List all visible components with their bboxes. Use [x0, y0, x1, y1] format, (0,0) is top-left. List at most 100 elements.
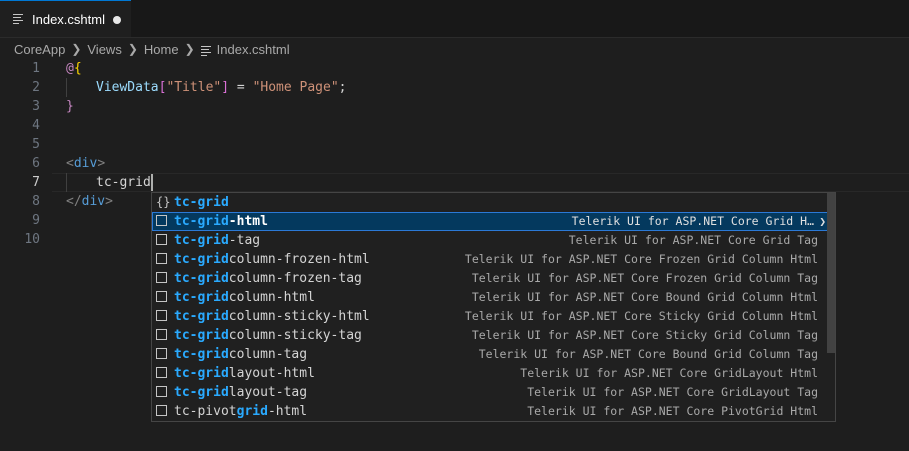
snippet-braces-icon: {}	[156, 195, 171, 209]
suggestion-detail: Telerik UI for ASP.NET Core GridLayout T…	[527, 385, 818, 399]
code-token: </	[66, 194, 82, 209]
file-lines-icon	[200, 44, 213, 56]
razor-at: @	[66, 61, 74, 76]
text-cursor	[150, 174, 153, 191]
suggestion-label: tc-grid-tag	[174, 233, 261, 248]
suggestion-detail: Telerik UI for ASP.NET Core Bound Grid C…	[478, 347, 818, 361]
breadcrumb-item-coreapp[interactable]: CoreApp	[14, 42, 65, 57]
suggestion-detail: Telerik UI for ASP.NET Core Bound Grid C…	[471, 290, 818, 304]
snippet-box-icon	[156, 310, 167, 321]
line-number: 7	[32, 175, 40, 190]
suggestion-item[interactable]: tc-grid-tag Telerik UI for ASP.NET Core G…	[152, 231, 828, 250]
breadcrumb-item-index[interactable]: Index.cshtml	[217, 42, 290, 57]
line-number: 3	[32, 99, 40, 114]
suggestion-detail: Telerik UI for ASP.NET Core Grid Tag	[568, 233, 818, 247]
code-token: tc-grid	[96, 175, 151, 190]
suggestion-detail: Telerik UI for ASP.NET Core Sticky Grid …	[471, 328, 818, 342]
suggestion-detail: Telerik UI for ASP.NET Core PivotGrid Ht…	[527, 404, 818, 418]
chevron-right-icon: ❯	[71, 42, 82, 56]
suggestion-item[interactable]: tc-gridcolumn-frozen-html Telerik UI for …	[152, 250, 828, 269]
line-number: 5	[32, 137, 40, 152]
suggestion-label: tc-gridlayout-html	[174, 366, 315, 381]
line-number: 10	[24, 232, 40, 247]
suggestion-item[interactable]: tc-gridcolumn-sticky-html Telerik UI for …	[152, 307, 828, 326]
code-token: div	[73, 156, 98, 171]
snippet-box-icon	[156, 386, 167, 397]
snippet-box-icon	[156, 291, 167, 302]
code-token: =	[229, 80, 253, 95]
snippet-box-icon	[156, 348, 167, 359]
line-number: 4	[32, 118, 40, 133]
code-token: >	[97, 156, 106, 171]
brace: }	[66, 99, 74, 114]
suggestion-label: tc-gridcolumn-frozen-html	[174, 252, 370, 267]
line-number: 1	[32, 61, 40, 76]
chevron-right-icon: ❯	[127, 42, 138, 56]
file-lines-icon	[13, 12, 27, 26]
line-number: 2	[32, 80, 40, 95]
code-line: 6 <div>	[0, 154, 909, 173]
suggestion-item[interactable]: tc-gridcolumn-html Telerik UI for ASP.NET…	[152, 288, 828, 307]
suggestion-item[interactable]: tc-gridlayout-tag Telerik UI for ASP.NET …	[152, 383, 828, 402]
breadcrumb-item-home[interactable]: Home	[144, 42, 179, 57]
suggestion-item[interactable]: tc-gridlayout-html Telerik UI for ASP.NET…	[152, 364, 828, 383]
snippet-box-icon	[156, 329, 167, 340]
snippet-box-icon	[156, 405, 167, 416]
suggestion-detail: Telerik UI for ASP.NET Core GridLayout H…	[520, 366, 818, 380]
snippet-box-icon	[156, 215, 167, 226]
tab-index-cshtml[interactable]: Index.cshtml	[0, 0, 131, 37]
suggestion-label: tc-gridcolumn-sticky-tag	[174, 328, 362, 343]
suggestion-detail: Telerik UI for ASP.NET Core Grid H…	[571, 214, 814, 228]
suggestion-detail: Telerik UI for ASP.NET Core Sticky Grid …	[464, 309, 818, 323]
line-number: 8	[32, 194, 40, 209]
suggestion-item[interactable]: tc-pivotgrid-html Telerik UI for ASP.NET …	[152, 402, 828, 421]
chevron-right-icon: ❯	[184, 42, 195, 56]
suggestion-detail: Telerik UI for ASP.NET Core Frozen Grid …	[464, 252, 818, 266]
tab-bar: Index.cshtml	[0, 0, 909, 38]
suggestion-item[interactable]: {} tc-grid	[152, 193, 828, 212]
suggestion-label: tc-gridcolumn-sticky-html	[174, 309, 370, 324]
suggest-scrollbar[interactable]	[827, 193, 835, 353]
suggestion-item[interactable]: tc-grid-html Telerik UI for ASP.NET Core …	[152, 212, 828, 231]
breadcrumb: CoreApp ❯ Views ❯ Home ❯ Index.cshtml	[0, 38, 909, 60]
suggestion-label: tc-gridcolumn-tag	[174, 347, 308, 362]
line-number: 9	[32, 213, 40, 228]
snippet-box-icon	[156, 272, 167, 283]
code-line: 1 @{	[0, 59, 909, 78]
suggestion-item[interactable]: tc-gridcolumn-tag Telerik UI for ASP.NET …	[152, 345, 828, 364]
autocomplete-suggest-widget[interactable]: tc-pivotgrid-html Telerik UI for ASP.NET …	[151, 192, 836, 422]
brace: {	[73, 61, 82, 76]
code-line: 5	[0, 135, 909, 154]
chevron-right-icon[interactable]: ❯	[819, 212, 826, 231]
suggestion-label: tc-grid-html	[174, 214, 268, 229]
suggestion-label: tc-pivotgrid-html	[174, 404, 308, 419]
snippet-box-icon	[156, 367, 167, 378]
code-token: ViewData	[96, 80, 159, 95]
suggestion-label: tc-gridcolumn-frozen-tag	[174, 271, 362, 286]
code-token: "Title"	[166, 80, 222, 95]
line-number: 6	[32, 156, 40, 171]
suggestion-label: tc-gridcolumn-html	[174, 290, 315, 305]
code-line-current: 7 tc-grid	[0, 173, 909, 192]
tab-label: Index.cshtml	[32, 11, 105, 27]
code-line: 4	[0, 116, 909, 135]
code-line: 3 }	[0, 97, 909, 116]
code-token: ]	[221, 80, 230, 95]
code-token: div	[81, 194, 106, 209]
code-token: "Home Page"	[252, 80, 339, 95]
code-token: <	[66, 156, 74, 171]
unsaved-dot-icon[interactable]	[113, 16, 121, 24]
indent-guide	[66, 78, 67, 97]
breadcrumb-item-views[interactable]: Views	[87, 42, 121, 57]
suggestion-label: tc-gridlayout-tag	[174, 385, 308, 400]
snippet-box-icon	[156, 234, 167, 245]
suggestion-label: tc-grid	[174, 195, 229, 210]
code-token: ;	[338, 80, 347, 95]
snippet-box-icon	[156, 253, 167, 264]
suggestion-detail: Telerik UI for ASP.NET Core Frozen Grid …	[471, 271, 818, 285]
suggestion-item[interactable]: tc-gridcolumn-frozen-tag Telerik UI for A…	[152, 269, 828, 288]
code-line: 2 ViewData["Title"] = "Home Page";	[0, 78, 909, 97]
suggestion-item[interactable]: tc-gridcolumn-sticky-tag Telerik UI for A…	[152, 326, 828, 345]
code-token: >	[105, 194, 113, 209]
indent-guide	[66, 173, 67, 192]
